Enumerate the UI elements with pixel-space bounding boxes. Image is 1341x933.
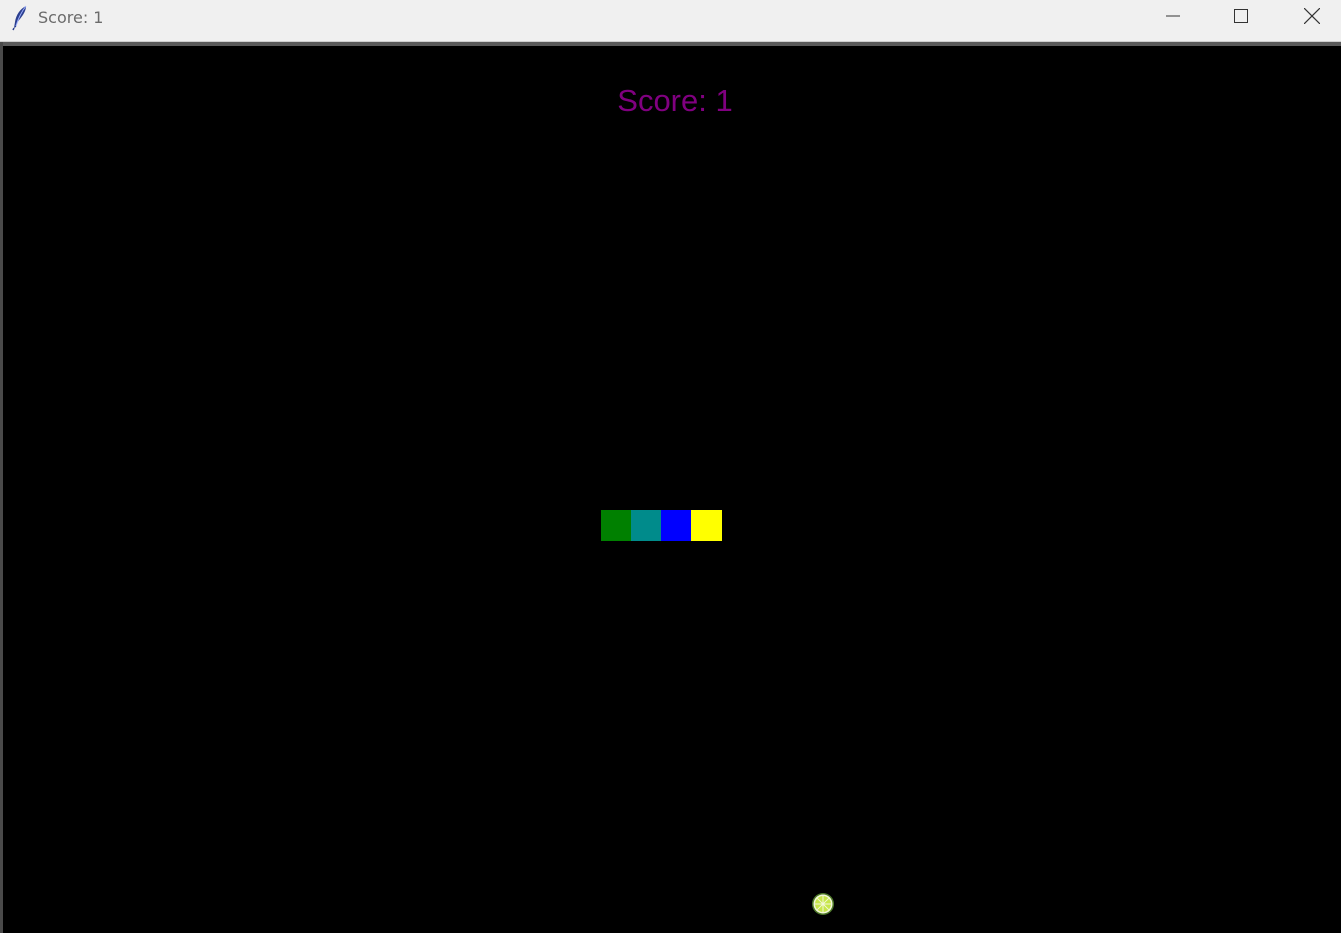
title-bar[interactable]: Score: 1 xyxy=(0,0,1341,42)
game-canvas[interactable]: Score: 1 xyxy=(3,46,1341,933)
minimize-icon xyxy=(1166,9,1180,28)
game-window: Score: 1 Score: 1 xyxy=(0,0,1341,933)
minimize-button[interactable] xyxy=(1139,0,1207,36)
snake-tail-segment xyxy=(601,510,632,541)
lime-slice-icon xyxy=(811,892,835,916)
feather-icon xyxy=(10,5,30,31)
snake-body-segment xyxy=(631,510,662,541)
maximize-icon xyxy=(1234,8,1248,28)
score-label: Score: 1 xyxy=(617,83,733,118)
close-button[interactable] xyxy=(1278,0,1341,36)
snake-body-segment xyxy=(661,510,692,541)
window-title: Score: 1 xyxy=(38,8,104,27)
maximize-button[interactable] xyxy=(1207,0,1275,36)
close-icon xyxy=(1303,7,1321,29)
snake-head-segment xyxy=(691,510,722,541)
